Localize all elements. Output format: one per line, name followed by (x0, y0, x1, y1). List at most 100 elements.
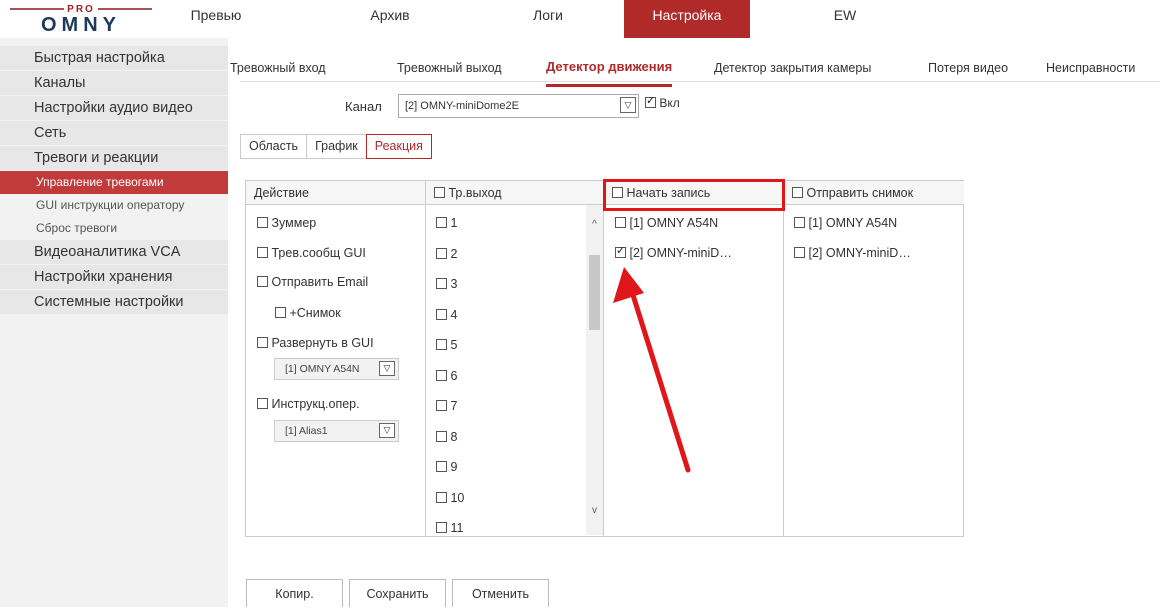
nav-ew[interactable]: EW (815, 0, 875, 38)
email-snapshot-label: +Снимок (289, 306, 341, 320)
sidebar-item-quick-setup[interactable]: Быстрая настройка (0, 46, 228, 70)
sidebar-item-storage[interactable]: Настройки хранения (0, 265, 228, 289)
tab-camera-tamper[interactable]: Детектор закрытия камеры (714, 50, 871, 86)
sidebar-item-vca[interactable]: Видеоаналитика VCA (0, 240, 228, 264)
nav-archive[interactable]: Архив (350, 0, 430, 38)
channel-select-value: [2] OMNY-miniDome2E (405, 100, 519, 112)
alarm-output-10-label: 10 (450, 490, 465, 505)
step-schedule[interactable]: График (307, 135, 367, 158)
alarm-output-header[interactable]: Тр.выход (426, 181, 603, 205)
email-snapshot-checkbox[interactable] (275, 307, 286, 319)
tab-alarm-input[interactable]: Тревожный вход (230, 50, 326, 86)
tab-motion-detection[interactable]: Детектор движения (546, 50, 673, 87)
snapshot-all-checkbox[interactable] (792, 187, 803, 199)
nav-logs[interactable]: Логи (508, 0, 588, 38)
alarm-output-9-checkbox[interactable] (436, 461, 447, 473)
expand-gui-select[interactable]: [1] OMNY A54N ▽ (274, 358, 399, 380)
snapshot-item-1[interactable]: [1] OMNY A54N (794, 216, 897, 230)
snapshot-item-2-checkbox[interactable] (794, 247, 805, 259)
buzzer-checkbox[interactable] (257, 217, 268, 229)
chevron-down-icon[interactable]: ▽ (379, 423, 395, 438)
alarm-output-4-checkbox[interactable] (436, 308, 447, 320)
action-email-snapshot[interactable]: +Снимок (275, 306, 341, 320)
snapshot-column: Отправить снимок (784, 181, 964, 536)
alarm-output-item-9[interactable]: 9 (436, 460, 457, 474)
alarm-output-all-checkbox[interactable] (434, 187, 445, 199)
alarm-output-item-6[interactable]: 6 (436, 369, 457, 383)
copy-button[interactable]: Копир. (246, 579, 343, 607)
save-button[interactable]: Сохранить (349, 579, 446, 607)
alarm-output-1-label: 1 (450, 216, 458, 230)
alarm-output-item-7[interactable]: 7 (436, 399, 457, 413)
alarm-output-2-label: 2 (450, 246, 458, 261)
alarm-output-8-checkbox[interactable] (436, 430, 447, 442)
chevron-down-icon[interactable]: ▽ (620, 97, 636, 113)
alarm-output-item-10[interactable]: 10 (436, 491, 464, 505)
alarm-output-item-3[interactable]: 3 (436, 277, 457, 291)
svg-text:OMNY: OMNY (41, 14, 121, 34)
sidebar-subitem-alarm-management[interactable]: Управление тревогами (0, 171, 228, 194)
tab-video-loss[interactable]: Потеря видео (928, 50, 1008, 86)
alarm-output-11-checkbox[interactable] (436, 522, 447, 534)
snapshot-header-label: Отправить снимок (806, 186, 914, 200)
scroll-thumb[interactable] (589, 255, 600, 330)
sidebar-item-channels[interactable]: Каналы (0, 71, 228, 95)
channel-select[interactable]: [2] OMNY-miniDome2E ▽ (398, 94, 639, 118)
sidebar-item-network[interactable]: Сеть (0, 121, 228, 145)
enable-toggle[interactable]: Вкл (645, 95, 680, 110)
record-item-1-checkbox[interactable] (615, 217, 626, 229)
channel-label: Канал (345, 99, 382, 114)
alarm-output-11-label: 11 (450, 521, 464, 535)
alarm-output-7-checkbox[interactable] (436, 400, 447, 412)
alarm-output-item-4[interactable]: 4 (436, 308, 457, 322)
alarm-output-4-label: 4 (450, 307, 458, 322)
nav-preview[interactable]: Превью (176, 0, 256, 38)
alarm-output-2-checkbox[interactable] (436, 247, 447, 259)
instruction-select[interactable]: [1] Alias1 ▽ (274, 420, 399, 442)
scroll-down-icon[interactable]: v (586, 505, 603, 516)
actions-header: Действие (246, 181, 425, 205)
alarm-output-item-8[interactable]: 8 (436, 430, 457, 444)
sidebar-item-system[interactable]: Системные настройки (0, 290, 228, 314)
snapshot-header[interactable]: Отправить снимок (784, 181, 964, 205)
alarm-output-column: Тр.выход (426, 181, 604, 536)
alarm-output-3-checkbox[interactable] (436, 278, 447, 290)
sidebar-item-alarms[interactable]: Тревоги и реакции (0, 146, 228, 170)
alarm-output-10-checkbox[interactable] (436, 491, 447, 503)
alarm-output-item-11[interactable]: 11 (436, 521, 463, 535)
alarm-output-7-label: 7 (450, 399, 458, 413)
sidebar-item-audio-video[interactable]: Настройки аудио видео (0, 96, 228, 120)
alarm-output-5-checkbox[interactable] (436, 339, 447, 351)
action-operator-instruction[interactable]: Инструкц.опер. (257, 397, 360, 411)
action-gui-message[interactable]: Трев.сообщ GUI (257, 246, 366, 260)
gui-message-checkbox[interactable] (257, 247, 268, 259)
cancel-button[interactable]: Отменить (452, 579, 549, 607)
action-buzzer[interactable]: Зуммер (257, 216, 316, 230)
chevron-down-icon[interactable]: ▽ (379, 361, 395, 376)
nav-settings[interactable]: Настройка (624, 0, 750, 38)
step-area[interactable]: Область (241, 135, 308, 158)
buzzer-label: Зуммер (271, 216, 317, 230)
sidebar-subitem-gui-instructions[interactable]: GUI инструкции оператору (0, 194, 228, 217)
alarm-output-item-2[interactable]: 2 (436, 247, 457, 261)
alarm-output-item-5[interactable]: 5 (436, 338, 457, 352)
snapshot-item-1-checkbox[interactable] (794, 217, 805, 229)
alarm-output-6-checkbox[interactable] (436, 369, 447, 381)
enable-checkbox[interactable] (645, 95, 656, 109)
snapshot-item-2[interactable]: [2] OMNY-miniD… (794, 246, 911, 260)
scroll-up-icon[interactable]: ^ (586, 219, 603, 230)
instruction-checkbox[interactable] (257, 398, 268, 410)
email-checkbox[interactable] (257, 276, 268, 288)
tab-alarm-output[interactable]: Тревожный выход (397, 50, 502, 86)
alarm-output-1-checkbox[interactable] (436, 217, 447, 229)
step-reaction[interactable]: Реакция (365, 134, 432, 159)
record-item-1[interactable]: [1] OMNY A54N (615, 216, 718, 230)
alarm-output-item-1[interactable]: 1 (436, 216, 457, 230)
breadcrumb: Область График Реакция (240, 134, 432, 159)
expand-gui-checkbox[interactable] (257, 337, 268, 349)
action-send-email[interactable]: Отправить Email (257, 275, 368, 289)
record-item-1-label: [1] OMNY A54N (629, 216, 719, 230)
sidebar-subitem-alarm-reset[interactable]: Сброс тревоги (0, 217, 228, 240)
action-expand-gui[interactable]: Развернуть в GUI (257, 336, 374, 350)
tab-faults[interactable]: Неисправности (1046, 50, 1135, 86)
